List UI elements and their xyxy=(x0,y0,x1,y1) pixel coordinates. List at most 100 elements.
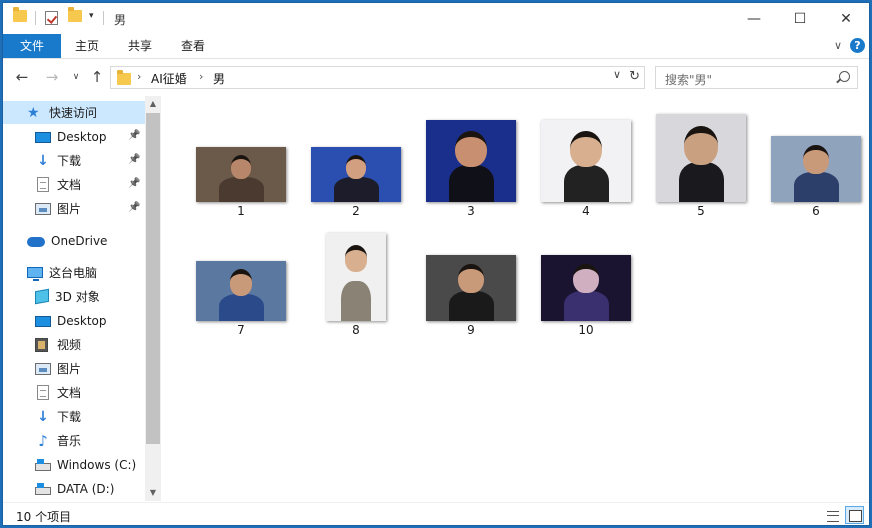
file-tile[interactable]: 5 xyxy=(646,106,756,222)
pin-icon: 📌 xyxy=(128,130,141,141)
person-head xyxy=(455,131,487,168)
star-icon: ★ xyxy=(27,104,40,121)
chevron-right-icon[interactable]: › xyxy=(137,70,141,83)
breadcrumb-current[interactable]: 男 xyxy=(213,70,225,87)
file-tile[interactable]: 1 xyxy=(186,106,296,222)
file-tile[interactable]: 7 xyxy=(186,225,296,341)
customize-dropdown-icon[interactable]: ▾ xyxy=(89,11,94,21)
nav-item[interactable]: 这台电脑 xyxy=(3,261,97,284)
help-icon[interactable]: ? xyxy=(850,38,865,53)
nav-item-label: 图片 xyxy=(57,362,82,376)
file-name[interactable]: 10 xyxy=(531,323,641,337)
nav-item[interactable]: 视频 xyxy=(3,333,81,356)
thumbnail-frame xyxy=(531,225,641,321)
photo-thumbnail xyxy=(426,255,516,321)
details-view-icon[interactable] xyxy=(823,506,842,524)
file-name[interactable]: 1 xyxy=(186,204,296,218)
search-input[interactable]: 搜索"男" xyxy=(655,66,858,89)
search-icon[interactable] xyxy=(839,71,850,82)
minimize-icon[interactable]: — xyxy=(731,3,777,34)
nav-item-label: Desktop xyxy=(57,313,107,328)
folder-icon xyxy=(117,70,131,85)
breadcrumb-ai-zhenghun[interactable]: AI征婚 xyxy=(151,70,187,87)
file-name[interactable]: 3 xyxy=(416,204,526,218)
up-icon[interactable]: ↑ xyxy=(87,68,107,86)
separator xyxy=(103,11,104,25)
file-tile[interactable]: 4 xyxy=(531,106,641,222)
close-icon[interactable]: ✕ xyxy=(823,3,869,34)
person-head xyxy=(230,154,252,179)
separator xyxy=(35,11,36,25)
file-name[interactable]: 7 xyxy=(186,323,296,337)
tab-home[interactable]: 主页 xyxy=(61,34,113,58)
recent-locations-icon[interactable]: ∨ xyxy=(66,68,86,86)
nav-item[interactable]: OneDrive xyxy=(3,229,107,252)
file-tile[interactable]: 10 xyxy=(531,225,641,341)
nav-item[interactable]: 图片 📌 xyxy=(3,197,140,220)
file-name[interactable]: 8 xyxy=(301,323,411,337)
nav-item[interactable]: ↓ 下载 xyxy=(3,405,81,428)
nav-item[interactable]: Desktop 📌 xyxy=(3,125,140,148)
maximize-icon[interactable]: ☐ xyxy=(777,3,823,34)
file-tile[interactable]: 2 xyxy=(301,106,411,222)
expand-ribbon-icon[interactable]: ∨ xyxy=(834,39,842,52)
nav-item[interactable]: 文档 xyxy=(3,381,81,404)
tab-file[interactable]: 文件 xyxy=(3,34,61,58)
thumbnail-frame xyxy=(186,225,296,321)
person-body xyxy=(678,162,724,202)
person-body xyxy=(563,291,609,321)
nav-item[interactable]: Desktop xyxy=(3,309,107,332)
nav-item[interactable]: Windows (C:) xyxy=(3,453,136,476)
document-icon xyxy=(37,177,49,192)
person-head xyxy=(229,269,253,296)
nav-item[interactable]: ★ 快速访问 xyxy=(3,101,145,124)
nav-item[interactable]: DATA (D:) xyxy=(3,477,114,500)
scroll-down-icon[interactable]: ▼ xyxy=(145,485,161,501)
cloud-icon xyxy=(27,236,45,247)
download-icon: ↓ xyxy=(37,408,49,425)
properties-icon[interactable] xyxy=(45,11,58,25)
back-icon[interactable]: ← xyxy=(12,68,32,86)
nav-item-label: Windows (C:) xyxy=(57,457,137,472)
file-name[interactable]: 6 xyxy=(761,204,869,218)
nav-item-label: 下载 xyxy=(57,154,82,168)
tab-view[interactable]: 查看 xyxy=(167,34,219,58)
photo-thumbnail xyxy=(196,147,286,202)
file-name[interactable]: 5 xyxy=(646,204,756,218)
new-folder-icon[interactable] xyxy=(68,7,82,22)
thumbnail-frame xyxy=(646,106,756,202)
download-icon: ↓ xyxy=(37,152,49,169)
photo-thumbnail xyxy=(196,261,286,321)
tab-share[interactable]: 共享 xyxy=(114,34,166,58)
nav-item-label: 这台电脑 xyxy=(49,266,98,280)
nav-item-label: 文档 xyxy=(57,178,82,192)
refresh-icon[interactable]: ↻ xyxy=(629,69,640,84)
file-name[interactable]: 2 xyxy=(301,204,411,218)
nav-item[interactable]: ♪ 音乐 xyxy=(3,429,81,452)
desktop-icon xyxy=(35,315,51,327)
address-bar[interactable]: › AI征婚 › 男 ∨ ↻ xyxy=(110,66,645,89)
nav-item[interactable]: 文档 📌 xyxy=(3,173,140,196)
navigation-pane: ★ 快速访问 Desktop 📌 ↓ 下载 📌 文档 📌 图片 📌 OneDrive 这台电脑 3D 对象… xyxy=(3,96,160,501)
nav-item-label: 音乐 xyxy=(57,434,82,448)
person-body xyxy=(333,177,379,202)
nav-scrollbar[interactable]: ▲ ▼ xyxy=(145,96,161,501)
file-tile[interactable]: 6 xyxy=(761,106,869,222)
file-name[interactable]: 9 xyxy=(416,323,526,337)
chevron-right-icon[interactable]: › xyxy=(199,70,203,83)
file-tile[interactable]: 3 xyxy=(416,106,526,222)
pin-icon: 📌 xyxy=(128,178,141,189)
nav-item[interactable]: ↓ 下载 📌 xyxy=(3,149,140,172)
nav-item[interactable]: 图片 xyxy=(3,357,81,380)
large-icons-view-icon[interactable] xyxy=(845,506,864,524)
nav-item[interactable]: 3D 对象 xyxy=(3,285,100,308)
scroll-up-icon[interactable]: ▲ xyxy=(145,96,161,112)
scrollbar-thumb[interactable] xyxy=(146,113,160,444)
person-head xyxy=(803,145,829,175)
forward-icon[interactable]: → xyxy=(42,68,62,86)
photo-thumbnail xyxy=(541,255,631,321)
file-tile[interactable]: 9 xyxy=(416,225,526,341)
file-tile[interactable]: 8 xyxy=(301,225,411,341)
chevron-down-icon[interactable]: ∨ xyxy=(613,68,621,81)
file-name[interactable]: 4 xyxy=(531,204,641,218)
